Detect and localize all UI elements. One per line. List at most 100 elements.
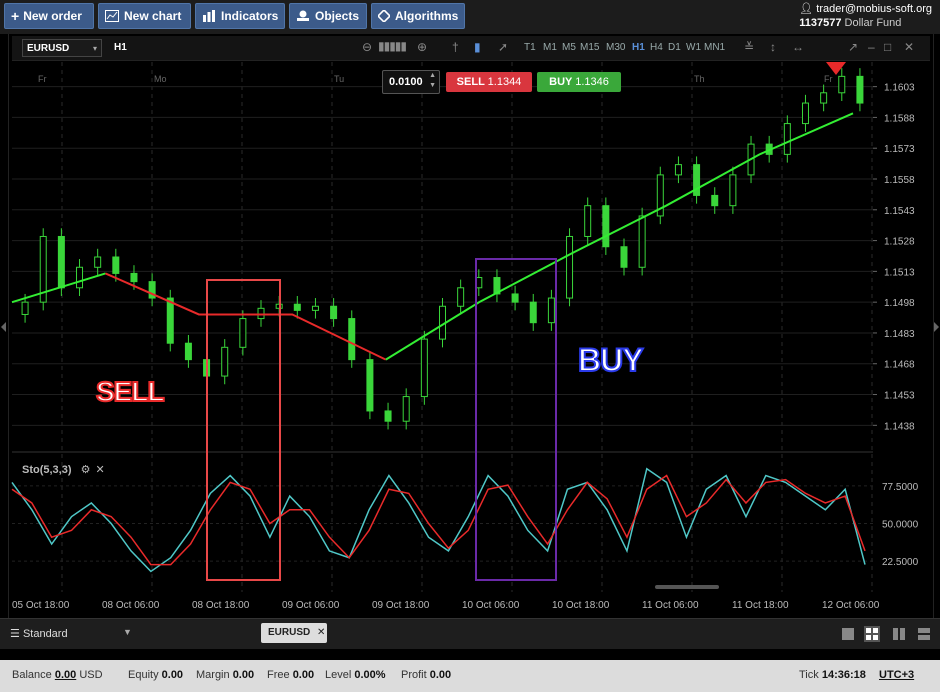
- oscillator-line: [11, 467, 866, 573]
- candle: [801, 102, 809, 125]
- time-label: 10 Oct 18:00: [552, 600, 610, 611]
- margin-level: Level 0.00%: [325, 669, 386, 681]
- layout-single-icon[interactable]: [840, 626, 856, 642]
- timezone-selector[interactable]: UTC+3: [879, 669, 914, 681]
- candle: [94, 256, 102, 268]
- chart-tab-eurusd[interactable]: EURUSD ✕: [261, 623, 327, 643]
- price-chart[interactable]: 1.1603 1.1588 1.1573 1.1558 1.1543 1.1528 1.15…: [0, 0, 940, 692]
- candle: [21, 301, 29, 315]
- candle: [729, 174, 737, 207]
- price-label: 1.1543: [884, 206, 915, 217]
- time-label: 09 Oct 18:00: [372, 600, 430, 611]
- candle: [366, 359, 374, 412]
- price-label: 1.1453: [884, 391, 915, 402]
- candle: [293, 303, 301, 311]
- horizontal-scrollbar: [655, 585, 719, 589]
- time-label: 05 Oct 18:00: [12, 600, 70, 611]
- workspace-tabbar: ☰ Standard ▼ EURUSD ✕: [0, 618, 940, 649]
- sell-annotation: SELL: [95, 375, 166, 408]
- buy-highlight-box: [475, 258, 557, 581]
- time-label: 10 Oct 06:00: [462, 600, 520, 611]
- price-label: 1.1588: [884, 113, 915, 124]
- candle: [638, 215, 646, 268]
- oscillator-line: [11, 474, 866, 566]
- candle: [620, 246, 628, 268]
- candle: [166, 297, 174, 344]
- chevron-down-icon[interactable]: ▼: [123, 627, 132, 637]
- day-label: Fr: [824, 74, 833, 84]
- day-label: Tu: [334, 74, 344, 84]
- balance: Balance 0.00 USD: [12, 669, 103, 681]
- time-label: 09 Oct 06:00: [282, 600, 340, 611]
- candle: [57, 235, 65, 289]
- price-label: 1.1573: [884, 144, 915, 155]
- time-label: 11 Oct 18:00: [732, 600, 789, 611]
- oscillator-level-label: 77.5000: [882, 482, 919, 493]
- candle: [547, 297, 555, 324]
- time-label: 11 Oct 06:00: [642, 600, 699, 611]
- sell-button[interactable]: SELL 1.1344: [446, 72, 532, 92]
- candle: [257, 307, 265, 320]
- price-label: 1.1528: [884, 237, 915, 248]
- candle: [602, 205, 610, 248]
- day-label: Fr: [38, 74, 47, 84]
- time-label: 12 Oct 06:00: [822, 600, 880, 611]
- day-label: Mo: [154, 74, 167, 84]
- menu-icon: ☰: [10, 628, 20, 640]
- candle: [130, 272, 138, 283]
- trailing-stop-line: [11, 112, 854, 361]
- candle: [330, 305, 338, 320]
- candle: [856, 75, 864, 104]
- layout-rows-icon[interactable]: [916, 626, 932, 642]
- candle: [221, 346, 229, 377]
- candle: [674, 164, 682, 176]
- candle: [112, 256, 120, 274]
- day-label: Th: [694, 74, 705, 84]
- price-axis: 1.1603 1.1588 1.1573 1.1558 1.1543 1.1528 1.15…: [873, 83, 915, 432]
- candle: [529, 301, 537, 324]
- price-label: 1.1438: [884, 421, 915, 432]
- candle: [311, 305, 319, 311]
- candle: [711, 194, 719, 207]
- tick-time: Tick 14:36:18: [799, 669, 866, 681]
- oscillator-level-label: 22.5000: [882, 557, 919, 568]
- lot-size-input[interactable]: 0.0100 ▲ ▼: [382, 70, 440, 94]
- free-margin: Free 0.00: [267, 669, 315, 681]
- price-label: 1.1468: [884, 360, 915, 371]
- candle: [457, 287, 465, 307]
- candle: [348, 318, 356, 361]
- price-label: 1.1513: [884, 267, 915, 278]
- candle: [511, 293, 519, 303]
- candle: [76, 266, 84, 289]
- price-label: 1.1483: [884, 329, 915, 340]
- oscillator-level-label: 50.0000: [882, 520, 919, 531]
- candle: [239, 318, 247, 348]
- spinner-icon[interactable]: ▲ ▼: [429, 71, 436, 91]
- time-label: 08 Oct 06:00: [102, 600, 160, 611]
- margin: Margin 0.00: [196, 669, 255, 681]
- profit: Profit 0.00: [401, 669, 452, 681]
- candle: [184, 342, 192, 361]
- price-label: 1.1603: [884, 83, 915, 94]
- price-label: 1.1558: [884, 175, 915, 186]
- layout-grid-icon[interactable]: [864, 626, 880, 642]
- remove-indicator-icon[interactable]: ✕: [96, 464, 105, 476]
- close-tab-icon[interactable]: ✕: [317, 627, 325, 638]
- candle: [584, 205, 592, 237]
- candle: [838, 75, 846, 94]
- price-label: 1.1498: [884, 298, 915, 309]
- candle: [820, 92, 828, 104]
- stochastic-panel: 77.5000 50.0000 22.5000: [11, 467, 919, 589]
- workspace-selector[interactable]: ☰ Standard: [10, 627, 68, 640]
- layout-columns-icon[interactable]: [891, 626, 907, 642]
- annotation-boxes: [206, 258, 557, 581]
- oscillator-label: Sto(5,3,3) ⚙ ✕: [22, 464, 105, 476]
- time-label: 08 Oct 18:00: [192, 600, 250, 611]
- candle: [420, 338, 428, 398]
- candle: [566, 235, 574, 299]
- trailing-stop-segment: [385, 112, 854, 361]
- account-status-bar: Balance 0.00 USD Equity 0.00 Margin 0.00…: [0, 660, 940, 692]
- gear-icon[interactable]: ⚙: [81, 464, 91, 476]
- buy-button[interactable]: BUY 1.1346: [537, 72, 621, 92]
- equity: Equity 0.00: [128, 669, 184, 681]
